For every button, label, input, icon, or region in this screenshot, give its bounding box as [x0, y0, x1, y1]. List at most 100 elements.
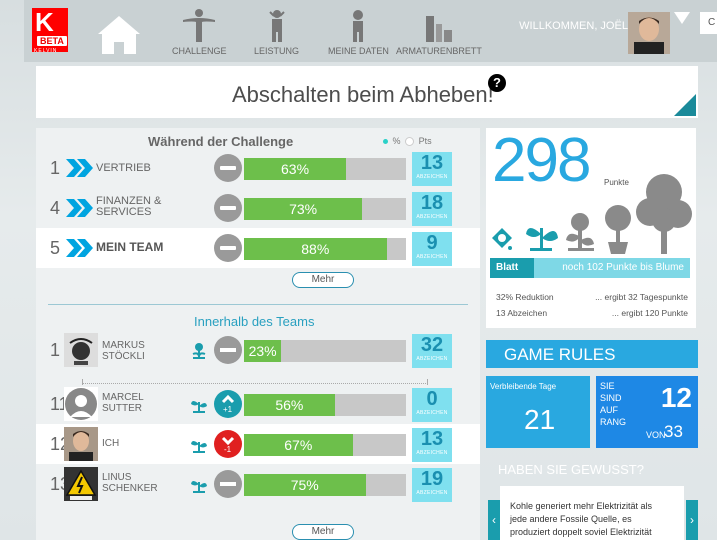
flower-stage-icon	[605, 205, 631, 254]
badge-number: 19	[420, 468, 444, 490]
minus-icon[interactable]	[214, 336, 242, 364]
logo-name: KELVIN	[34, 48, 58, 54]
rank-number: 4	[50, 198, 61, 218]
percent-radio-icon[interactable]	[383, 139, 388, 145]
reduction-stat: 32% Reduktion	[496, 292, 554, 302]
tip-line: Kohle generiert mehr Elektrizität als	[510, 501, 653, 511]
reduction-percent: 73%	[289, 201, 318, 217]
minus-glyph	[220, 482, 236, 486]
badge-label: ABZEICHEN	[416, 490, 448, 496]
tip-line: jede andere Fossile Quelle, es	[510, 514, 632, 524]
team-row-me: 12 ICH -1 67% 13 ABZEICHEN	[36, 424, 480, 464]
badges-points: ... ergibt 120 Punkte	[611, 308, 688, 318]
remaining-days-label: Verbleibende Tage	[490, 382, 557, 391]
badge-count: 18 ABZEICHEN	[412, 192, 452, 226]
badge-count: 13 ABZEICHEN	[412, 152, 452, 186]
team-name-line2: SERVICES	[96, 206, 152, 218]
prev-tip-button[interactable]: ‹	[488, 500, 500, 540]
rank-up-icon[interactable]: +1	[214, 390, 242, 418]
badge-label: ABZEICHEN	[416, 174, 448, 180]
more-team-button[interactable]: Mehr	[292, 524, 354, 540]
badge-label: ABZEICHEN	[416, 254, 448, 260]
minus-glyph	[220, 348, 236, 352]
banner-corner-toggle-icon[interactable]	[674, 94, 696, 116]
user-avatar[interactable]	[628, 12, 670, 54]
flower-icon	[192, 343, 206, 359]
rank-box: SIE SIND AUF RANG 12 VON 33	[596, 376, 698, 448]
challenge-icon	[183, 9, 216, 42]
member-first-name: ICH	[102, 438, 120, 449]
member-name: MARCEL SUTTER	[102, 392, 144, 414]
next-tip-button[interactable]: ›	[686, 500, 698, 540]
more-challenge-button[interactable]: Mehr	[292, 272, 354, 288]
reduction-percent: 88%	[301, 241, 330, 257]
member-first-name: MARKUS	[102, 340, 145, 351]
sprout-icon	[191, 401, 207, 413]
badge-number: 18	[420, 192, 444, 214]
member-first-name: MARCEL	[102, 392, 144, 403]
user-menu-caret-icon[interactable]	[674, 12, 690, 24]
badge-number: 13	[420, 152, 444, 174]
section-divider	[48, 304, 468, 305]
help-icon[interactable]: ?	[488, 74, 506, 92]
nav-leistung[interactable]: LEISTUNG	[254, 8, 299, 56]
corner-button[interactable]: C	[700, 12, 717, 34]
reduction-percent: 75%	[290, 477, 319, 493]
kelvin-logo[interactable]: K BETA KELVIN	[32, 7, 68, 54]
current-stage: Blatt	[496, 262, 519, 273]
badge-count: 13 ABZEICHEN	[412, 428, 452, 462]
member-last-name: SCHENKER	[102, 483, 158, 494]
team-section-title: Innerhalb des Teams	[194, 314, 315, 329]
minus-icon[interactable]	[214, 234, 242, 262]
minus-icon[interactable]	[214, 154, 242, 182]
team-name: FINANZEN & SERVICES	[96, 196, 161, 218]
did-you-know-title: HABEN SIE GEWUSST?	[498, 462, 644, 477]
minus-icon[interactable]	[214, 194, 242, 222]
badges-stat: 13 Abzeichen	[496, 308, 548, 318]
member-name: MARKUS STÖCKLI	[102, 340, 145, 362]
badge-number: 32	[420, 334, 444, 356]
reduction-percent: 67%	[284, 437, 313, 453]
default-avatar-icon	[64, 387, 98, 421]
unit-toggle[interactable]: % Pts	[381, 136, 432, 147]
rank-gap-separator	[82, 374, 428, 385]
reduction-points: ... ergibt 32 Tagespunkte	[595, 292, 688, 302]
points-radio-icon[interactable]	[405, 137, 415, 147]
nav-armaturenbrett[interactable]: ARMATURENBRETT	[396, 8, 482, 56]
double-chevron-icon	[66, 239, 93, 257]
reduction-percent: 23%	[248, 343, 277, 359]
member-avatar	[64, 427, 98, 461]
double-chevron-icon	[66, 159, 93, 177]
badge-number: 13	[420, 428, 444, 450]
rank-label: SIE SIND AUF RANG	[600, 380, 626, 428]
team-name: VERTRIEB	[96, 162, 151, 174]
challenge-section-title: Während der Challenge	[148, 134, 294, 149]
member-last-name: STÖCKLI	[102, 351, 145, 362]
minus-icon[interactable]	[214, 470, 242, 498]
nav-meine-daten[interactable]: MEINE DATEN	[328, 8, 389, 56]
reduction-percent: 63%	[281, 161, 310, 177]
growth-stages-illustration	[492, 174, 692, 254]
user-avatar-image	[628, 12, 670, 54]
leaf-stage-icon	[566, 213, 594, 251]
rank-delta: -1	[224, 445, 232, 454]
did-you-know-card: Kohle generiert mehr Elektrizität als je…	[500, 486, 684, 540]
game-rules-button[interactable]: GAME RULES	[486, 340, 698, 368]
team-name: MEIN TEAM	[96, 240, 164, 254]
points-to-next-stage: noch 102 Punkte bis Blume	[562, 262, 684, 273]
member-name: LINUS SCHENKER	[102, 472, 158, 494]
rank-number: 5	[50, 238, 61, 258]
rank-down-icon[interactable]: -1	[214, 430, 242, 458]
nav-challenge[interactable]: CHALLENGE	[172, 8, 227, 56]
badge-label: ABZEICHEN	[416, 410, 448, 416]
logo-letter: K	[35, 7, 54, 37]
badge-count: 0 ABZEICHEN	[412, 388, 452, 422]
ranking-panel: Während der Challenge % Pts 1 VERTRIEB 6…	[36, 128, 480, 540]
team-row: 11 MARCEL SUTTER +1 56% 0 ABZEICHEN	[36, 384, 480, 424]
points-card: 298 Punkte Blatt noch 102 Punkte bis Blu…	[486, 128, 696, 328]
sprout-stage-icon	[526, 228, 558, 251]
reduction-bar: 88%	[244, 238, 406, 260]
home-icon[interactable]	[96, 12, 142, 56]
rank-of-label: VON	[646, 430, 666, 440]
top-header: K BETA KELVIN CHALLENGE LEISTUNG MEINE D…	[24, 0, 717, 62]
